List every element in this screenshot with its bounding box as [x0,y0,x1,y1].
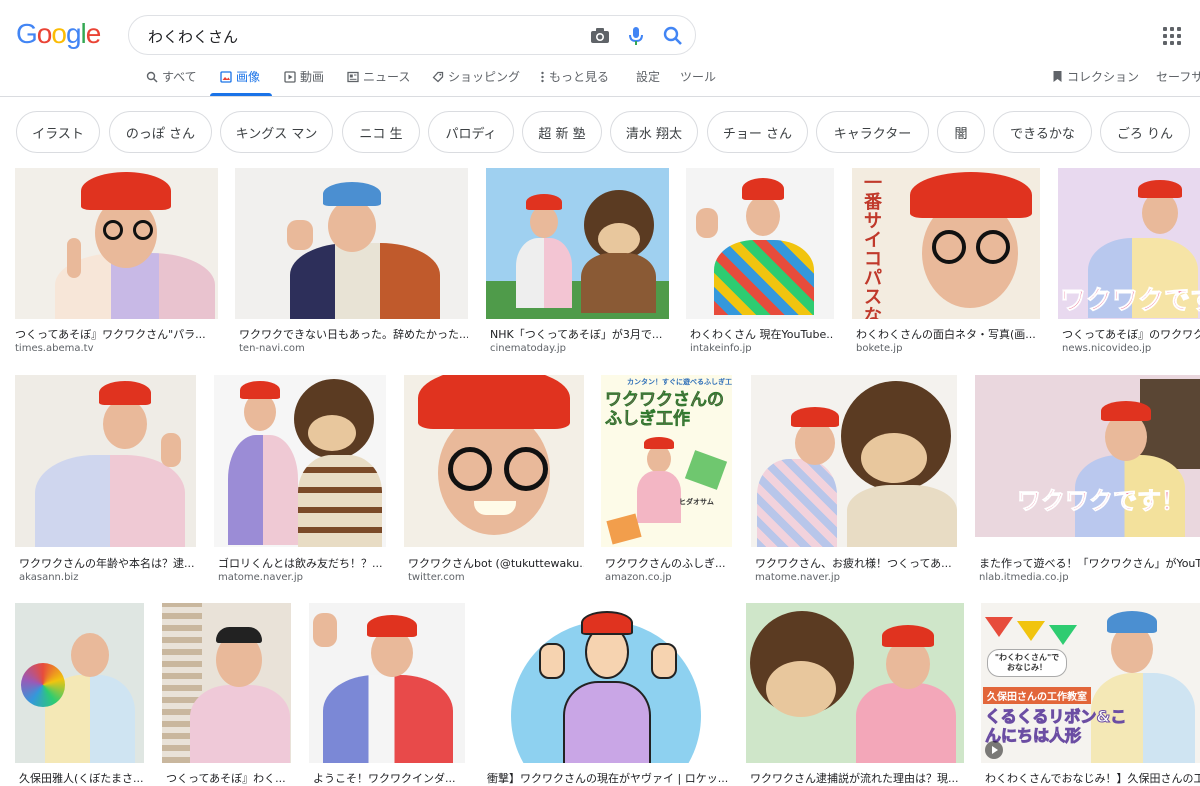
result-image[interactable] [235,168,468,319]
overlay-text: カンタン！すぐに遊べるふしぎ工作！ [627,378,732,386]
chip[interactable]: 超 新 塾 [522,111,602,153]
header-divider [0,96,1200,97]
result-image[interactable] [15,168,218,319]
microphone-icon[interactable] [625,25,647,47]
chip[interactable]: のっぽ さん [109,111,212,153]
result-caption[interactable]: ワクワクさん逮捕説が流れた理由は？現... [750,770,964,786]
apps-grid-icon[interactable] [1163,27,1183,47]
result-caption[interactable]: 衝撃】ワクワクさんの現在がヤヴァイ | ロケッ... [487,770,728,786]
result-image[interactable] [404,375,584,547]
result-image[interactable]: カンタン！すぐに遊べるふしぎ工作！ ワクワクさんのふしぎ工作 ヒダオサム [601,375,732,547]
result-image[interactable] [309,603,465,763]
image-icon [220,70,232,83]
result-source: amazon.co.jp [605,572,672,583]
play-icon[interactable] [985,741,1003,759]
chip[interactable]: ごろ りん [1100,111,1190,153]
search-icon[interactable] [662,25,684,47]
result-caption[interactable]: ワクワクさんのふしぎ... [605,555,732,571]
chip[interactable]: できるかな [993,111,1092,153]
chip[interactable]: 闇 [937,111,985,153]
overlay-text: ヒダオサム [679,498,714,506]
result-caption[interactable]: また作って遊べる！「ワクワクさん」がYouTu [979,555,1200,571]
tab-shopping[interactable]: ショッピング [432,68,520,85]
result-image[interactable] [751,375,957,547]
result-image[interactable]: ワクワクです！ [975,375,1200,537]
overlay-text: "わくわくさん"でおなじみ！ [987,649,1067,677]
result-image[interactable]: "わくわくさん"でおなじみ！ 久保田さんの工作教室 くるくるリボン&こんにちは人… [981,603,1200,763]
result-caption[interactable]: ゴロリくんとは飲み友だち！？... [218,555,386,571]
overlay-text: ワクワクです [1059,286,1200,317]
search-icon [146,71,158,83]
tab-videos[interactable]: 動画 [284,68,324,85]
chip[interactable]: チョー さん [707,111,808,153]
play-icon [284,70,296,83]
result-caption[interactable]: つくってあそぼ』わく... [166,770,291,786]
result-source: news.nicovideo.jp [1062,343,1152,354]
tab-news[interactable]: ニュース [347,68,410,85]
result-image[interactable] [746,603,964,763]
result-source: akasann.biz [19,572,79,583]
chip[interactable]: 清水 翔太 [610,111,698,153]
overlay-text: 一番サイコパスなこと言わせた奴が優勝 [864,173,882,319]
result-source: cinematoday.jp [490,343,566,354]
result-source: bokete.jp [856,343,903,354]
result-caption[interactable]: ワクワクさんbot (@tukuttewaku... [408,555,584,571]
tab-images[interactable]: 画像 [220,68,260,85]
result-image[interactable] [483,603,728,763]
tab-tools[interactable]: ツール [680,68,716,85]
chip[interactable]: イラスト [16,111,100,153]
chip[interactable]: ニコ 生 [342,111,420,153]
result-caption[interactable]: ワクワクさんの年齢や本名は？逮... [19,555,196,571]
overlay-text: くるくるリボン&こんにちは人形 [985,707,1127,746]
result-source: nlab.itmedia.co.jp [979,572,1069,583]
result-caption[interactable]: ワクワクさん、お疲れ様！つくってあ... [755,555,957,571]
result-caption[interactable]: わくわくさんでおなじみ！】久保田さんの工 [985,770,1200,786]
result-source: ten-navi.com [239,343,305,354]
result-image[interactable] [214,375,386,547]
chip[interactable]: キングス マン [220,111,333,153]
overlay-text: ワクワクさんのふしぎ工作 [605,390,725,429]
result-image[interactable] [15,603,144,763]
result-source: times.abema.tv [15,343,94,354]
result-caption[interactable]: ようこそ！ワクワクインダ... [313,770,465,786]
result-image[interactable]: 一番サイコパスなこと言わせた奴が優勝 [852,168,1040,319]
google-logo[interactable]: Google [16,18,101,50]
chip[interactable]: パロディ [428,111,514,153]
safesearch-link[interactable]: セーフサ [1156,68,1200,85]
result-image[interactable]: ワクワクです [1058,168,1200,319]
result-caption[interactable]: ワクワクできない日もあった。辞めたかった... [239,326,468,342]
news-icon [347,71,359,82]
chip[interactable]: キャラクター [816,111,929,153]
result-caption[interactable]: わくわくさん 現在YouTube... [690,326,834,342]
result-source: matome.naver.jp [755,572,841,583]
result-caption[interactable]: 久保田雅人(くぼたまさ... [19,770,144,786]
bookmark-icon [1053,71,1062,82]
result-image[interactable] [15,375,196,547]
tab-all[interactable]: すべて [146,68,197,85]
overlay-text: ワクワクです！ [1017,487,1186,516]
result-source: twitter.com [408,572,465,583]
result-source: matome.naver.jp [218,572,304,583]
overlay-text: 久保田さんの工作教室 [983,687,1091,704]
search-box[interactable]: わくわくさん [128,15,696,55]
result-caption[interactable]: つくってあそぼ』ワクワクさん"パラ... [15,326,218,342]
camera-icon[interactable] [589,25,611,47]
collections-link[interactable]: コレクション [1052,68,1139,85]
tab-more[interactable]: もっと見る [540,68,609,85]
result-image[interactable] [486,168,669,319]
result-image[interactable] [162,603,291,763]
result-image[interactable] [686,168,834,319]
result-caption[interactable]: つくってあそぼ』のワクワク [1062,326,1200,342]
result-caption[interactable]: NHK「つくってあそぼ」が3月で... [490,326,669,342]
tab-settings[interactable]: 設定 [636,68,660,85]
more-vert-icon [541,71,544,82]
result-source: intakeinfo.jp [690,343,752,354]
search-query[interactable]: わくわくさん [148,26,238,47]
tag-icon [432,71,444,82]
result-caption[interactable]: わくわくさんの面白ネタ・写真(画... [856,326,1040,342]
search-tabs: すべて 画像 動画 ニュース ショッピング もっと見る 設定 ツール コレクショ… [0,66,1200,96]
